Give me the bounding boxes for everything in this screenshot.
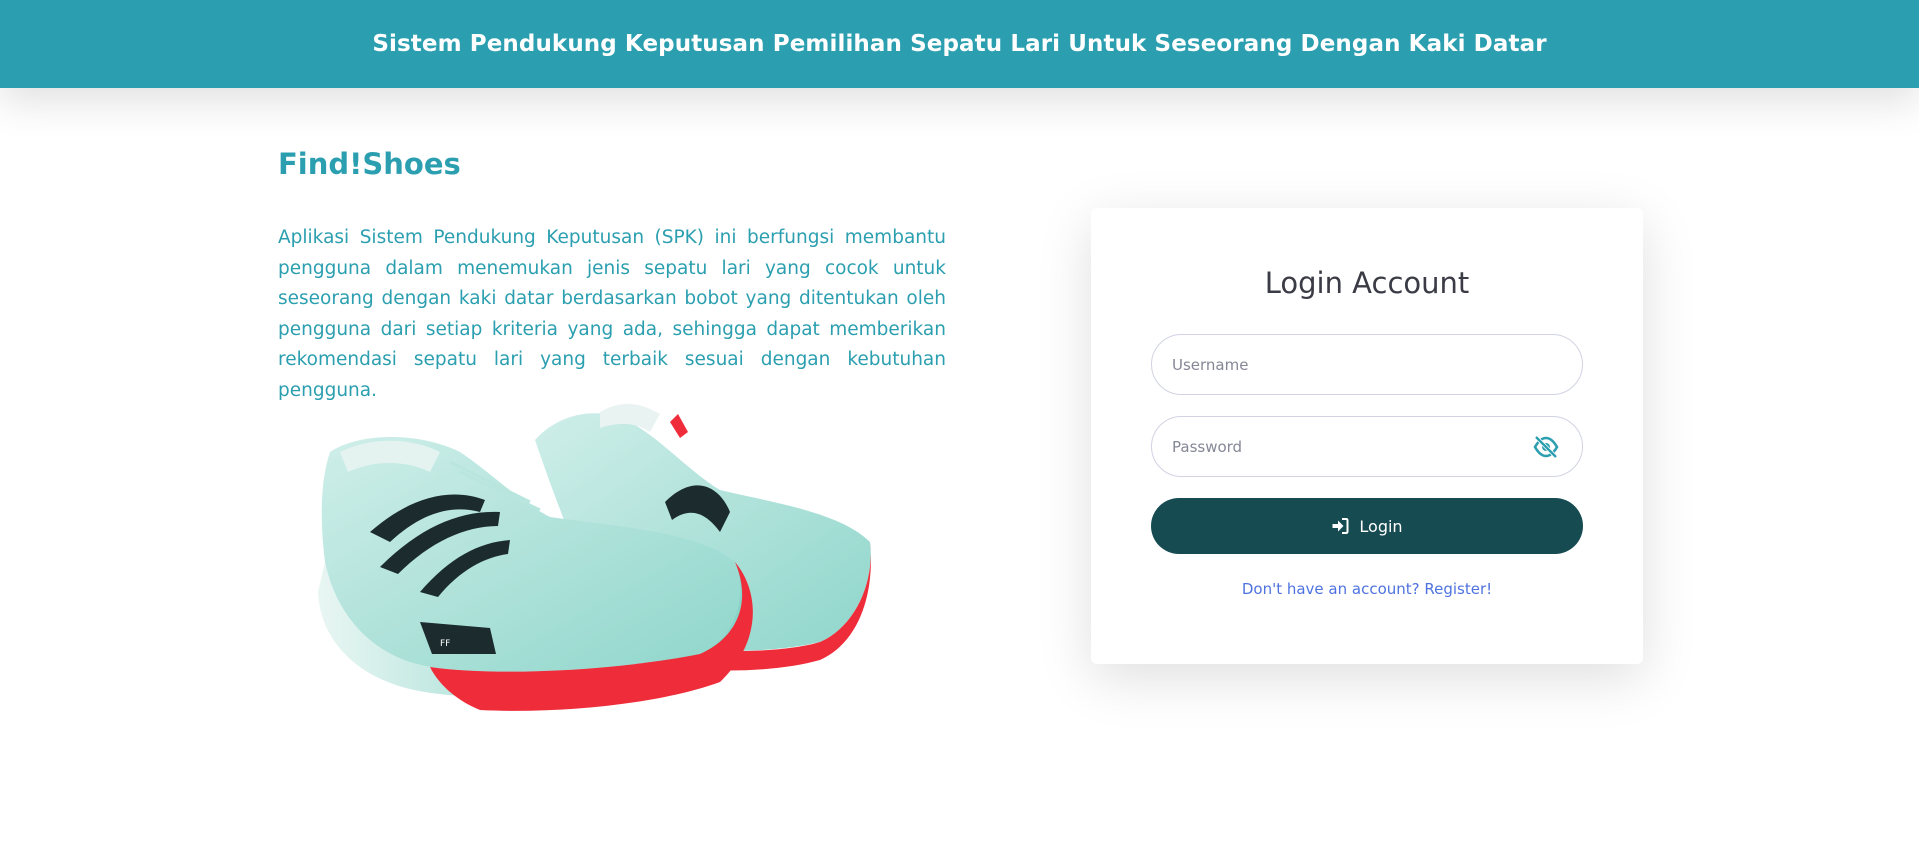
running-shoes-image: FF	[300, 392, 880, 722]
page-title: Sistem Pendukung Keputusan Pemilihan Sep…	[372, 31, 1547, 57]
login-button-label: Login	[1359, 516, 1403, 536]
eye-slash-icon[interactable]	[1532, 434, 1560, 460]
username-input[interactable]	[1172, 355, 1582, 374]
login-button[interactable]: Login	[1151, 498, 1583, 554]
sign-in-icon	[1331, 517, 1349, 535]
password-field-wrapper	[1151, 416, 1583, 477]
password-input[interactable]	[1172, 437, 1522, 456]
register-link[interactable]: Don't have an account? Register!	[1091, 580, 1643, 598]
top-header-bar: Sistem Pendukung Keputusan Pemilihan Sep…	[0, 0, 1919, 88]
username-field-wrapper	[1151, 334, 1583, 395]
login-card: Login Account Login Don't have an accoun…	[1091, 208, 1643, 664]
brand-name: Find!Shoes	[278, 147, 461, 181]
app-description: Aplikasi Sistem Pendukung Keputusan (SPK…	[278, 227, 946, 401]
login-title: Login Account	[1264, 266, 1470, 300]
svg-text:FF: FF	[440, 639, 450, 649]
